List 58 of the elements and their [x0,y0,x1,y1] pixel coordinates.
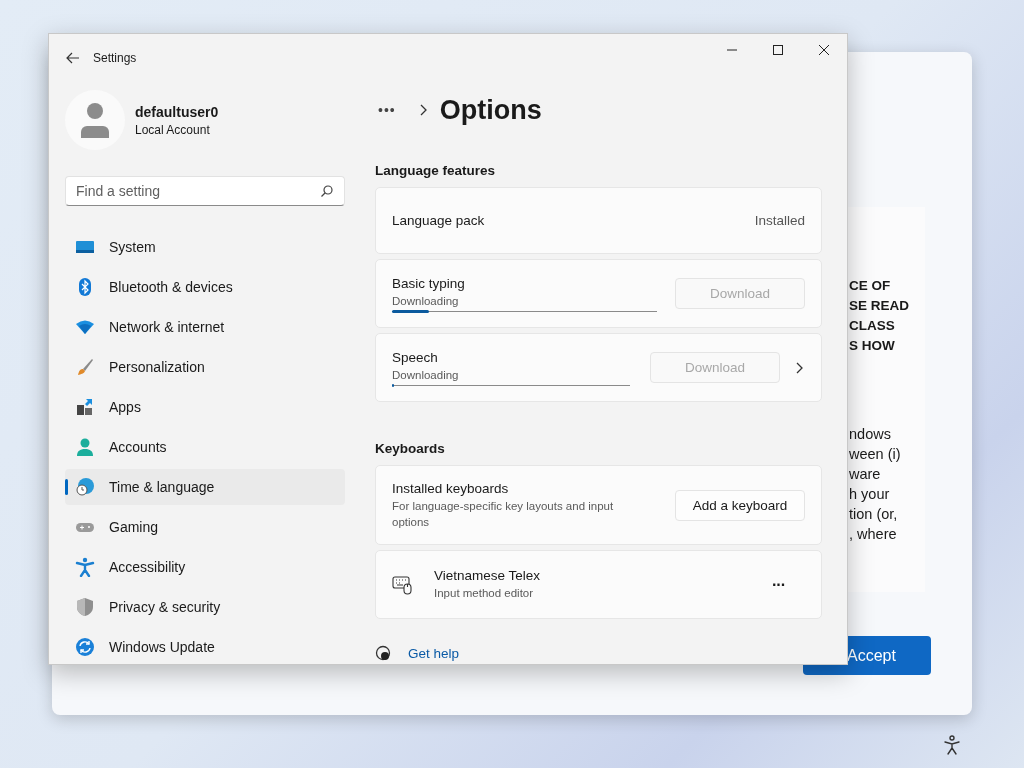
setting-description: Input method editor [434,586,535,601]
agreement-text: , where [849,525,898,544]
back-icon[interactable] [65,50,81,66]
setting-title: Installed keyboards [392,480,510,496]
keyboard-icon [392,573,414,596]
agreement-text: tion (or, [849,505,899,524]
agreement-text: ndows [849,425,892,444]
accessibility-icon [75,557,95,577]
nav-item[interactable]: Time & language [65,469,345,505]
agreement-text: CLASS [849,317,896,335]
nav-item[interactable]: Accounts [65,429,345,465]
close-icon [819,45,829,55]
chevron-right-icon[interactable] [796,361,804,374]
nav-item[interactable]: Network & internet [65,309,345,345]
status-text: Installed [754,213,805,228]
agreement-text: ware [849,465,882,484]
nav-item[interactable]: Gaming [65,509,345,545]
agreement-text: S HOW [849,337,896,355]
nav-item[interactable]: Accessibility [65,549,345,585]
shield-icon [75,597,95,617]
setting-title: Basic typing [392,275,466,291]
breadcrumb-overflow[interactable]: ••• [378,102,396,118]
page-title: Options [439,94,542,126]
setting-title: Vietnamese Telex [434,568,542,583]
apps-icon [75,397,95,417]
window-title: Settings [93,51,137,65]
agreement-text: SE READ [849,297,910,315]
search-icon [321,185,333,197]
globe-clock-icon [75,477,95,497]
more-options-button[interactable]: ··· [772,575,785,594]
section-heading: Language features [375,163,497,178]
nav-item[interactable]: Windows Update [65,629,345,664]
account-type: Local Account [135,122,211,137]
help-icon [375,645,391,661]
agreement-text: h your [849,485,891,504]
help-link[interactable]: Get help [408,645,460,661]
nav-item[interactable]: Privacy & security [65,589,345,625]
accessibility-icon[interactable] [943,735,961,755]
nav-item[interactable]: Bluetooth & devices [65,269,345,305]
setting-description: Downloading [392,293,460,309]
nav-item[interactable]: Apps [65,389,345,425]
person-icon [80,102,110,138]
setting-description: For language-specific key layouts and input options [392,498,615,530]
add-button[interactable]: Add a keyboard [675,489,805,521]
agreement-text: ween (i) [849,445,902,464]
paintbrush-icon [75,357,95,377]
nav-item[interactable]: Personalization [65,349,345,385]
setting-title: Speech [392,349,439,365]
search-field[interactable]: Find a setting [65,176,345,206]
setting-description: Downloading [392,367,460,383]
nav-item[interactable]: System [65,229,345,265]
person-icon [75,437,95,457]
maximize-icon [773,45,783,55]
user-name: defaultuser0 [135,103,219,120]
sync-icon [75,637,95,657]
setting-title: Language pack [392,213,486,228]
section-heading: Keyboards [375,441,446,456]
agreement-text: CE OF [849,277,892,295]
